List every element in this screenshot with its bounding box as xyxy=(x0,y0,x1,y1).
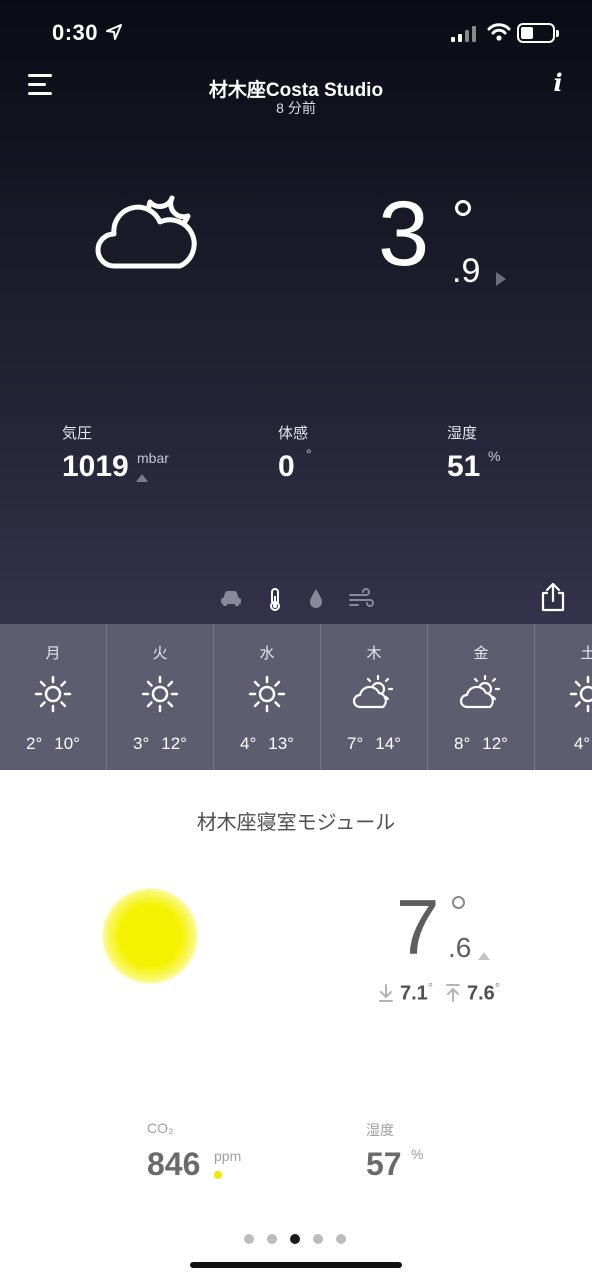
temp-trend-up-icon xyxy=(478,952,490,960)
wind-icon[interactable] xyxy=(348,588,374,608)
temp-detail-arrow-icon[interactable] xyxy=(496,272,506,286)
forecast-temps: 3° 12° xyxy=(107,734,213,754)
cellular-signal-icon xyxy=(451,26,476,42)
home-indicator[interactable] xyxy=(190,1262,402,1268)
min-temp: 7.1° xyxy=(400,980,433,1006)
max-temp-degree: ° xyxy=(494,980,501,995)
degree-symbol xyxy=(455,200,471,216)
forecast-day[interactable]: 金 8° 12° xyxy=(428,624,535,770)
air-quality-indicator xyxy=(102,888,198,984)
sun-icon xyxy=(248,675,286,713)
info-icon[interactable]: i xyxy=(548,68,568,97)
co2-label: CO₂ xyxy=(147,1120,174,1136)
co2-status-dot xyxy=(214,1171,222,1179)
indoor-humidity-value: 57 xyxy=(366,1146,402,1182)
outdoor-panel: 0:30 材木座Costa Studio 8 分前 i 3 .9 気圧 1019… xyxy=(0,0,592,624)
feels-like-unit: ° xyxy=(306,446,312,462)
indoor-humidity-unit: % xyxy=(411,1146,424,1162)
pressure-trend-up-icon xyxy=(136,474,148,482)
thermometer-icon[interactable] xyxy=(268,588,282,612)
daily-forecast-strip[interactable]: 月 2° 10° 火 3° 12° 水 4° 13° 木 7° 14° 金 8°… xyxy=(0,624,592,770)
indoor-temp-integer: 7 xyxy=(396,883,440,971)
forecast-day[interactable]: 水 4° 13° xyxy=(214,624,321,770)
status-bar: 0:30 xyxy=(0,18,592,52)
sun-icon xyxy=(569,675,592,713)
forecast-temps: 7° 14° xyxy=(321,734,427,754)
battery-icon xyxy=(517,23,559,43)
forecast-high: 12° xyxy=(161,734,187,753)
wifi-icon xyxy=(487,23,511,41)
feels-like-label: 体感 xyxy=(278,425,309,442)
min-temp-degree: ° xyxy=(427,980,434,995)
forecast-temps: 2° 10° xyxy=(0,734,106,754)
forecast-high: 12° xyxy=(482,734,508,753)
status-time: 0:30 xyxy=(52,20,99,45)
max-temp-value: 7.6 xyxy=(467,982,495,1005)
humidity-label: 湿度 xyxy=(447,425,478,442)
forecast-low: 4° xyxy=(240,734,257,753)
partly-cloudy-icon xyxy=(352,674,394,709)
forecast-high: 10° xyxy=(54,734,80,753)
forecast-day-name: 木 xyxy=(366,645,382,662)
pressure-unit: mbar xyxy=(137,450,169,466)
forecast-day[interactable]: 木 7° 14° xyxy=(321,624,428,770)
page-dot[interactable] xyxy=(336,1234,346,1244)
cloud-moon-icon xyxy=(95,195,197,269)
location-arrow-icon xyxy=(106,24,122,40)
page-dot[interactable] xyxy=(244,1234,254,1244)
page-dot-active[interactable] xyxy=(290,1234,300,1244)
last-updated: 8 分前 xyxy=(276,100,316,116)
car-icon[interactable] xyxy=(220,588,242,608)
forecast-temps: 8° 12° xyxy=(428,734,534,754)
sun-icon xyxy=(141,675,179,713)
feels-like-value: 0 xyxy=(278,450,295,483)
forecast-temps: 4° 13° xyxy=(214,734,320,754)
forecast-low: 8° xyxy=(454,734,471,753)
forecast-low: 2° xyxy=(26,734,43,753)
degree-symbol xyxy=(452,896,465,909)
forecast-low: 3° xyxy=(133,734,150,753)
page-dot[interactable] xyxy=(313,1234,323,1244)
max-temp-arrow-icon xyxy=(446,984,460,1002)
forecast-high: 14° xyxy=(375,734,401,753)
forecast-day-name: 水 xyxy=(259,645,275,662)
page-dot[interactable] xyxy=(267,1234,277,1244)
co2-unit: ppm xyxy=(214,1148,242,1164)
forecast-day-name: 火 xyxy=(152,645,168,662)
forecast-day[interactable]: 土 4° xyxy=(535,624,592,770)
forecast-temps: 4° xyxy=(535,734,592,754)
page-indicator xyxy=(244,1234,346,1244)
co2-value: 846 xyxy=(147,1146,201,1182)
module-name: 材木座寝室モジュール xyxy=(196,812,396,834)
menu-icon[interactable] xyxy=(28,74,56,96)
forecast-low: 4° xyxy=(573,734,591,753)
pressure-value: 1019 xyxy=(62,450,129,483)
pressure-label: 気圧 xyxy=(62,425,93,442)
indoor-humidity-label: 湿度 xyxy=(366,1122,394,1138)
indoor-temp-decimal: .6 xyxy=(448,932,472,963)
partly-cloudy-icon xyxy=(459,674,501,709)
forecast-high: 13° xyxy=(268,734,294,753)
forecast-day[interactable]: 月 2° 10° xyxy=(0,624,107,770)
rain-drop-icon[interactable] xyxy=(309,588,323,610)
forecast-day-name: 土 xyxy=(580,645,592,662)
outdoor-temp-decimal: .9 xyxy=(452,252,481,290)
share-icon[interactable] xyxy=(540,582,566,612)
sun-icon xyxy=(34,675,72,713)
humidity-value: 51 xyxy=(447,450,481,483)
humidity-unit: % xyxy=(488,448,501,464)
outdoor-temp-integer: 3 xyxy=(378,183,430,285)
forecast-low: 7° xyxy=(347,734,364,753)
min-temp-arrow-icon xyxy=(379,984,393,1002)
forecast-day[interactable]: 火 3° 12° xyxy=(107,624,214,770)
forecast-day-name: 月 xyxy=(45,645,61,662)
min-temp-value: 7.1 xyxy=(400,982,428,1005)
max-temp: 7.6° xyxy=(467,980,500,1006)
forecast-day-name: 金 xyxy=(473,645,489,662)
